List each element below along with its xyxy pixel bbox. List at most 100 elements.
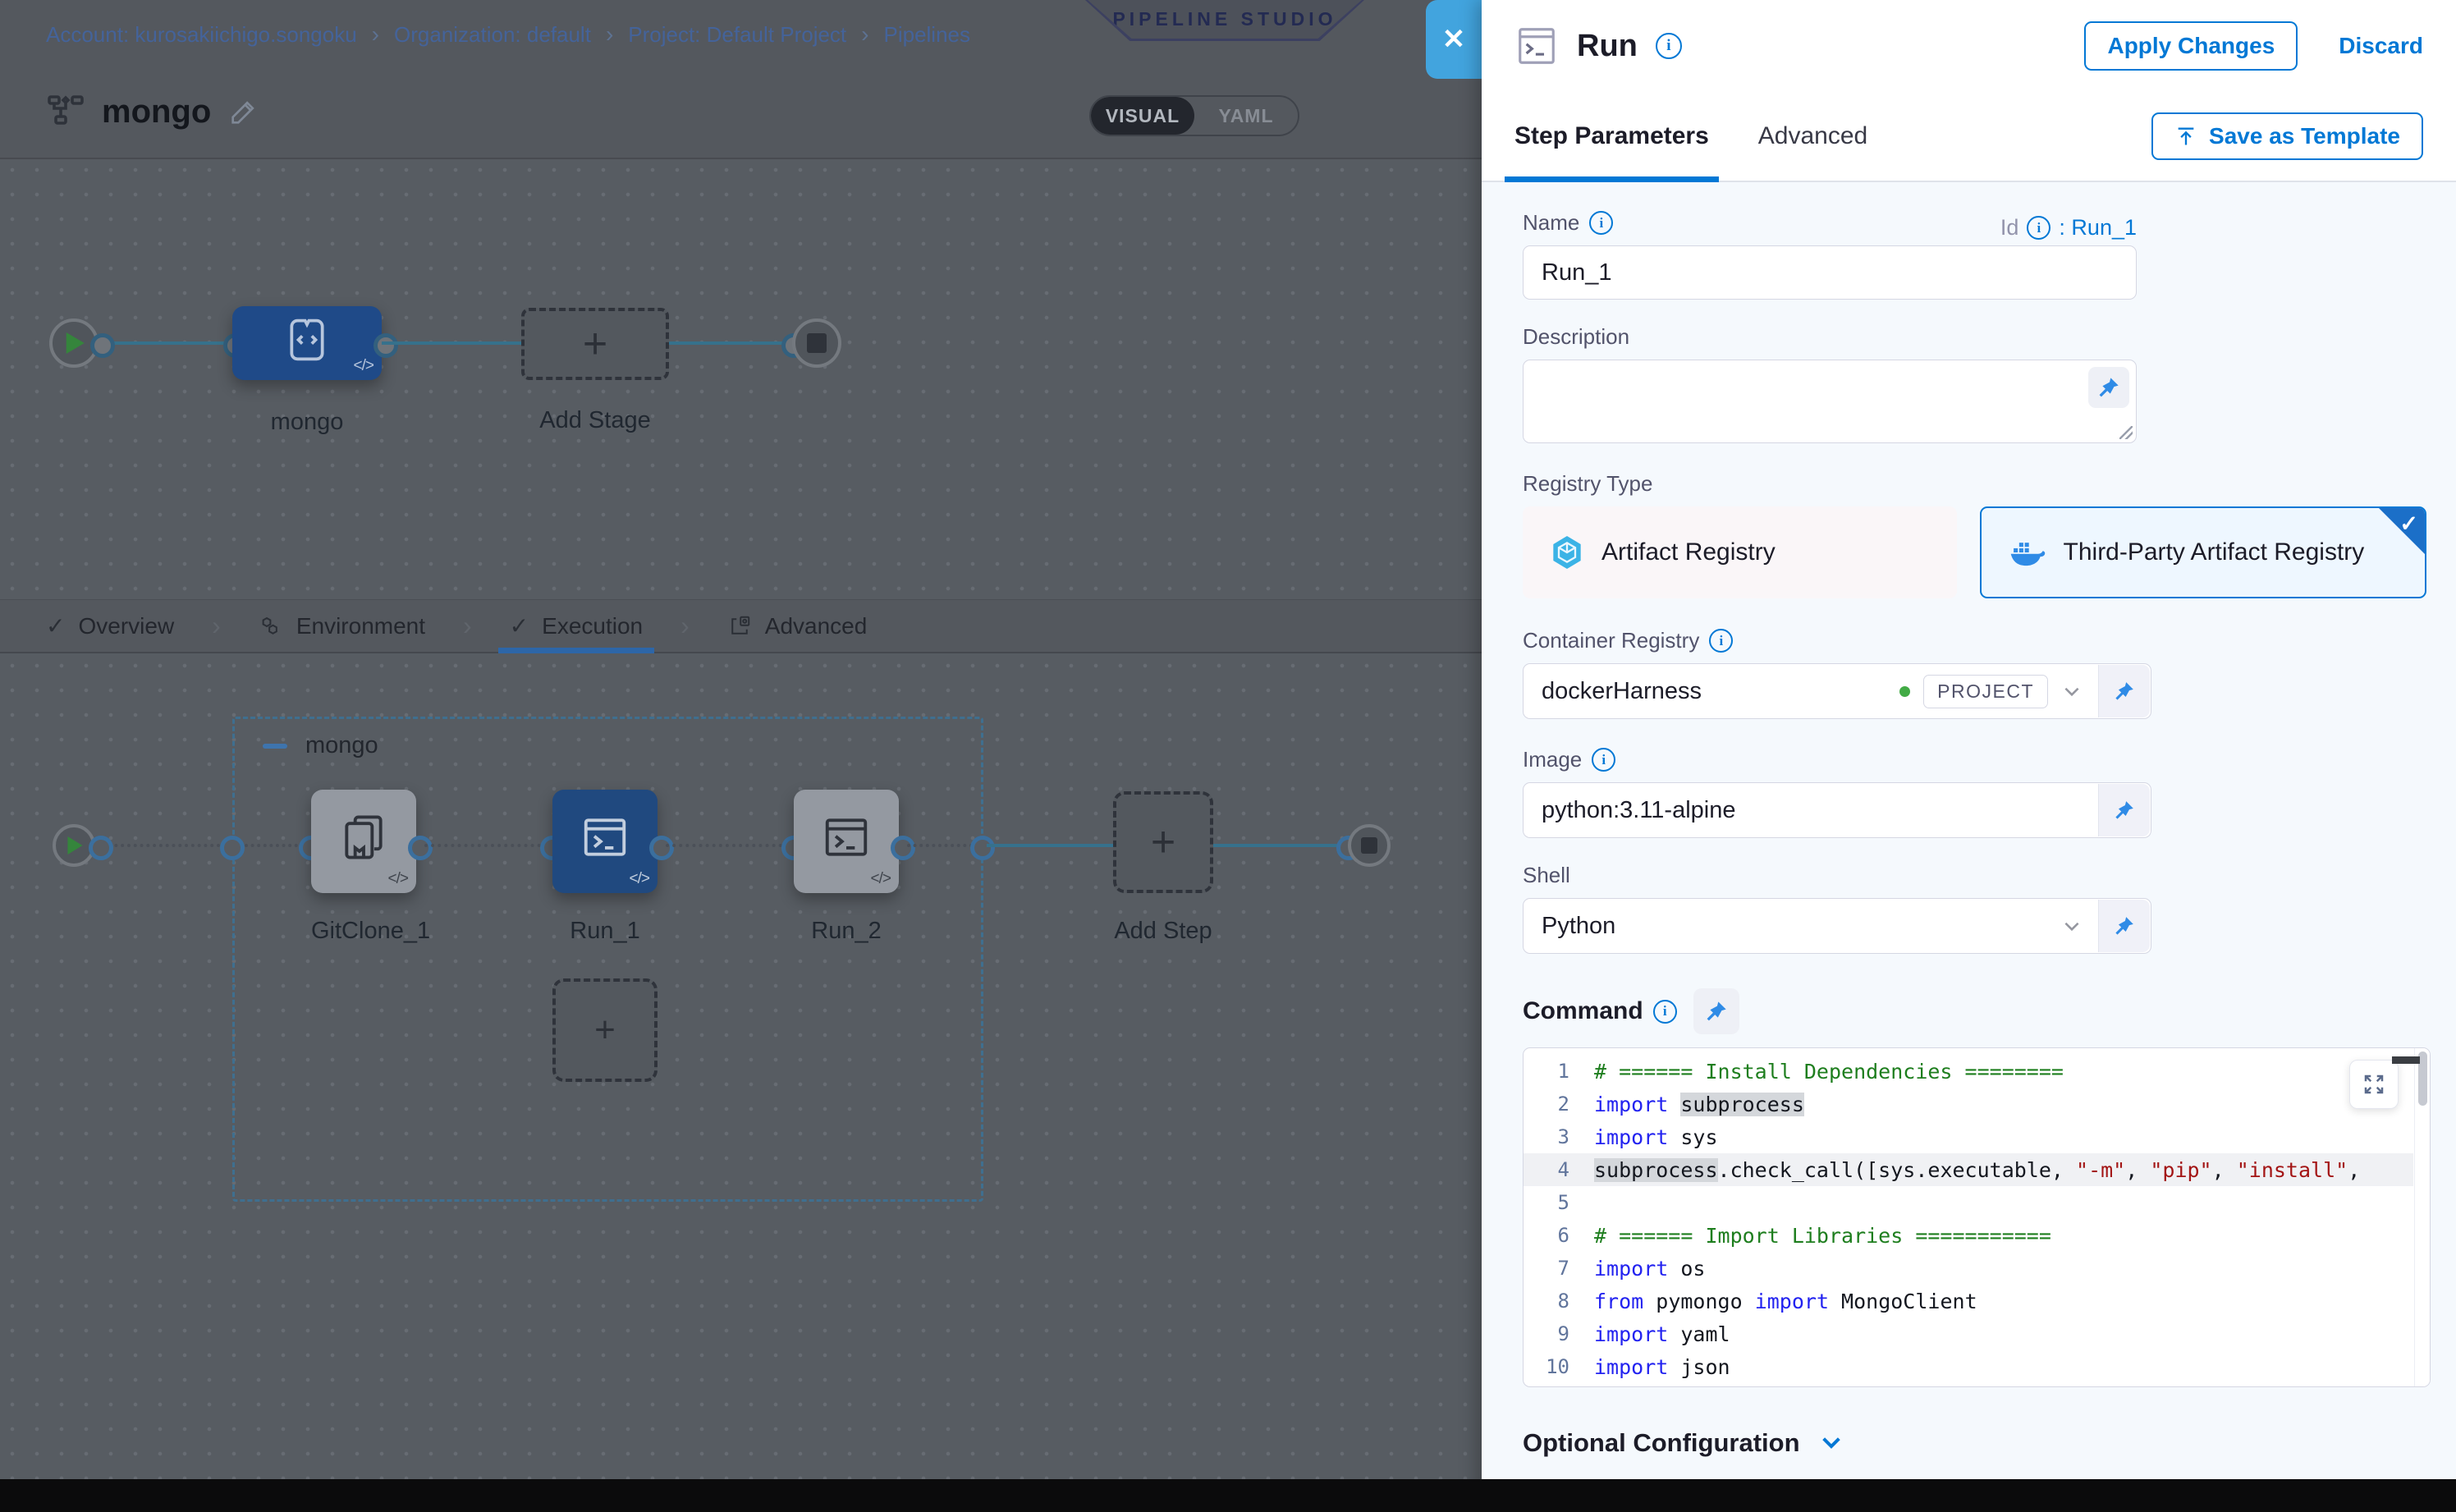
pin-button[interactable] [2098, 784, 2150, 836]
collapse-icon[interactable] [263, 744, 287, 749]
execution-end-node [1348, 824, 1391, 867]
pin-button[interactable] [2088, 367, 2129, 408]
tab-overview[interactable]: ✓ Overview [46, 600, 174, 652]
step-id-value: : Run_1 [2059, 215, 2137, 241]
step-label-run1: Run_1 [552, 918, 658, 945]
code-line[interactable]: 10import json [1524, 1350, 2413, 1383]
edit-pencil-icon[interactable] [227, 95, 260, 128]
add-stage-button[interactable]: + [521, 308, 669, 380]
registry-type-label: Registry Type [1523, 471, 2426, 497]
shell-select[interactable]: Python [1523, 898, 2151, 954]
description-textarea[interactable] [1523, 360, 2137, 443]
top-bar: Account: kurosakiichigo.songoku › Organi… [0, 0, 1482, 71]
tab-advanced[interactable]: Advanced [727, 600, 868, 652]
apply-changes-button[interactable]: Apply Changes [2084, 21, 2298, 71]
code-lines[interactable]: 1# ====== Install Dependencies ========2… [1524, 1055, 2413, 1386]
play-icon [66, 332, 85, 354]
command-code-editor[interactable]: 1# ====== Install Dependencies ========2… [1523, 1047, 2431, 1387]
code-line[interactable]: 2import subprocess [1524, 1088, 2413, 1120]
info-icon[interactable]: i [1589, 211, 1613, 235]
code-line[interactable]: 5 [1524, 1186, 2413, 1219]
add-step-label: Add Step [1103, 918, 1223, 945]
tab-environment[interactable]: Environment [259, 600, 425, 652]
code-line[interactable]: 1# ====== Install Dependencies ======== [1524, 1055, 2413, 1088]
panel-title: Run [1577, 29, 1638, 64]
connector-status-dot [1899, 686, 1910, 697]
step-node-run2[interactable]: </> [794, 790, 899, 893]
toggle-yaml[interactable]: YAML [1194, 97, 1298, 135]
expand-editor-button[interactable] [2349, 1060, 2399, 1109]
pipeline-studio-dimmed-area: Account: kurosakiichigo.songoku › Organi… [0, 0, 1482, 1512]
chevron-down-icon[interactable] [2061, 680, 2083, 702]
tab-step-parameters[interactable]: Step Parameters [1514, 92, 1709, 181]
plus-icon: + [583, 323, 607, 365]
panel-header: Run i Apply Changes Discard [1482, 0, 2456, 92]
git-clone-icon [338, 812, 389, 863]
breadcrumb: Account: kurosakiichigo.songoku › Organi… [46, 21, 970, 48]
check-icon: ✓ [2399, 511, 2418, 537]
description-label: Description [1523, 324, 2426, 350]
tab-environment-label: Environment [296, 613, 425, 639]
expand-icon [2362, 1072, 2386, 1097]
shell-label: Shell [1523, 863, 2426, 888]
image-input-group[interactable]: python:3.11-alpine [1523, 782, 2151, 838]
code-line[interactable]: 8from pymongo import MongoClient [1524, 1285, 2413, 1317]
breadcrumb-project[interactable]: Project: Default Project [628, 22, 846, 48]
step-group-header[interactable]: mongo [263, 732, 378, 759]
stage-canvas[interactable] [0, 158, 1482, 599]
optional-configuration-toggle[interactable]: Optional Configuration [1523, 1428, 2426, 1458]
step-group-label: mongo [305, 732, 378, 759]
save-as-template-button[interactable]: Save as Template [2151, 112, 2423, 160]
code-badge-icon: </> [630, 870, 649, 888]
add-step-button[interactable]: + [1113, 791, 1213, 893]
tab-step-advanced[interactable]: Advanced [1758, 92, 1867, 181]
pin-button[interactable] [1693, 988, 1739, 1034]
artifact-registry-option[interactable]: Artifact Registry [1523, 506, 1957, 598]
step-node-run1-selected[interactable]: </> [552, 790, 658, 893]
code-line[interactable]: 6# ====== Import Libraries =========== [1524, 1219, 2413, 1252]
info-icon[interactable]: i [1653, 1000, 1677, 1024]
info-icon[interactable]: i [1656, 33, 1682, 59]
name-input[interactable]: Run_1 [1523, 245, 2137, 300]
breadcrumb-account[interactable]: Account: kurosakiichigo.songoku [46, 22, 357, 48]
add-step-in-group-button[interactable]: + [552, 978, 658, 1082]
container-registry-select[interactable]: dockerHarness PROJECT [1523, 663, 2151, 719]
close-panel-button[interactable]: ✕ [1426, 0, 1482, 79]
third-party-registry-option-selected[interactable]: Third-Party Artifact Registry ✓ [1980, 506, 2426, 598]
code-line[interactable]: 3import sys [1524, 1120, 2413, 1153]
ci-stage-icon [286, 317, 328, 363]
chevron-down-icon[interactable] [2061, 915, 2083, 937]
port [373, 333, 398, 358]
pipeline-header: mongo VISUAL YAML [0, 71, 1482, 159]
stop-icon [807, 333, 827, 353]
pin-icon [2097, 376, 2120, 399]
breadcrumb-separator-icon: › [606, 21, 613, 48]
code-line[interactable]: 7import os [1524, 1252, 2413, 1285]
check-icon: ✓ [46, 612, 65, 639]
breadcrumb-org[interactable]: Organization: default [394, 22, 591, 48]
stage-tabs: ✓ Overview › Environment › ✓ Execution ›… [0, 599, 1482, 653]
chevron-right-icon: › [212, 611, 221, 641]
resize-handle[interactable] [2119, 426, 2133, 439]
port [90, 333, 115, 358]
breadcrumb-pipelines[interactable]: Pipelines [883, 22, 970, 48]
breadcrumb-separator-icon: › [372, 21, 379, 48]
pin-icon [1705, 1000, 1728, 1023]
artifact-registry-icon [1551, 534, 1583, 570]
code-line[interactable]: 9import yaml [1524, 1317, 2413, 1350]
info-icon[interactable]: i [1709, 629, 1733, 653]
step-node-gitclone[interactable]: </> [311, 790, 416, 893]
pin-button[interactable] [2098, 665, 2150, 717]
tab-execution[interactable]: ✓ Execution [510, 600, 643, 652]
editor-scrollbar[interactable] [2414, 1048, 2430, 1386]
port [408, 836, 433, 860]
code-line[interactable]: 4subprocess.check_call([sys.executable, … [1524, 1153, 2413, 1186]
container-registry-label: Container Registryi [1523, 628, 2426, 653]
stage-node-mongo[interactable]: </> [232, 306, 382, 380]
info-icon[interactable]: i [2027, 216, 2050, 240]
code-badge-icon: </> [871, 870, 891, 888]
discard-button[interactable]: Discard [2339, 33, 2423, 59]
pin-button[interactable] [2098, 900, 2150, 952]
toggle-visual[interactable]: VISUAL [1091, 97, 1194, 135]
info-icon[interactable]: i [1592, 748, 1615, 772]
